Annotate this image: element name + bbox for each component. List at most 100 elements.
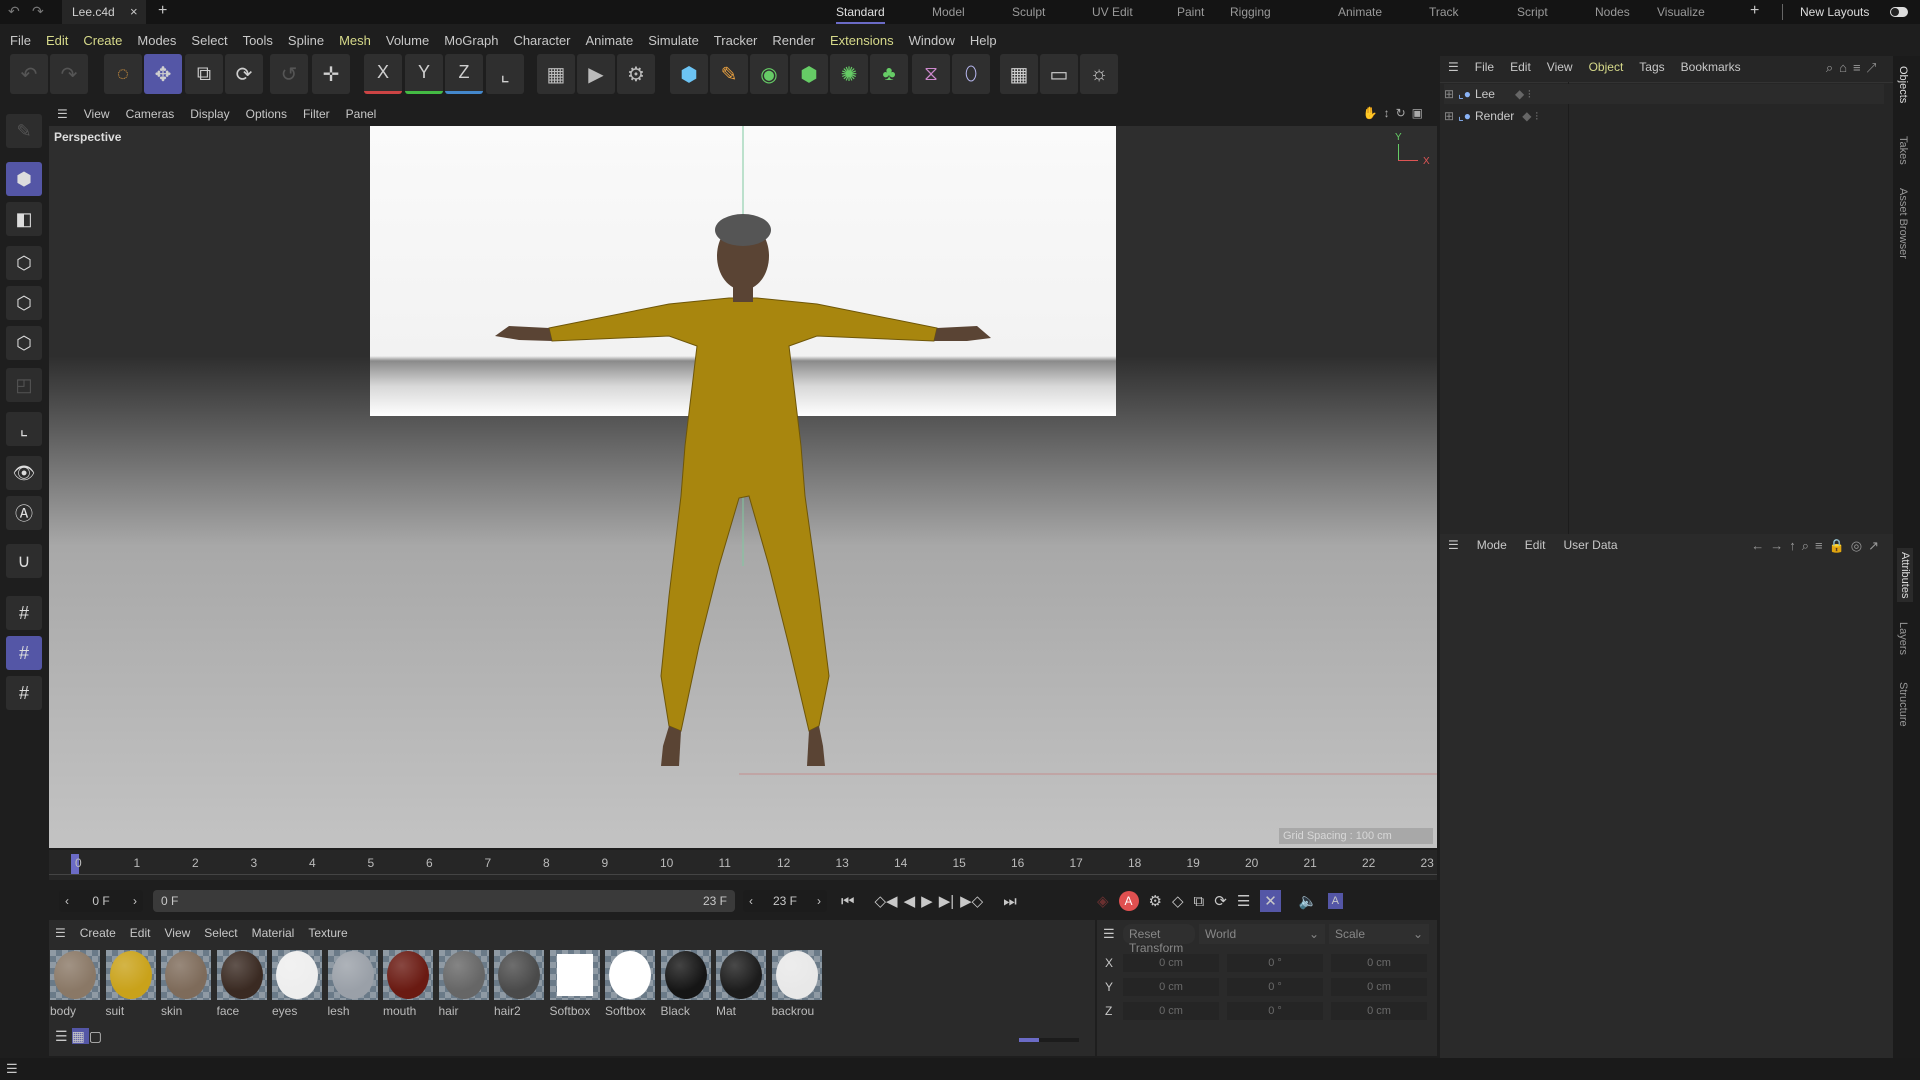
side-tab-objects[interactable]: Objects	[1897, 66, 1909, 103]
layout-tab-model[interactable]: Model	[932, 5, 965, 19]
layout-tab-standard[interactable]: Standard	[836, 5, 885, 24]
render-picture-viewer-icon[interactable]: ▶	[577, 54, 615, 94]
polygons-mode-icon[interactable]: ⬡	[6, 326, 42, 360]
pos-field[interactable]: 0 cm	[1123, 1002, 1219, 1020]
menu-tools[interactable]: Tools	[243, 33, 273, 48]
material-menu-select[interactable]: Select	[204, 926, 237, 940]
sound-icon[interactable]: 🔈	[1299, 892, 1318, 910]
key-scale-icon[interactable]: ⧉	[1194, 893, 1205, 910]
viewport-menu-options[interactable]: Options	[246, 107, 287, 121]
lock-workplane-icon[interactable]: #	[6, 636, 42, 670]
render-settings-icon[interactable]: ⚙	[617, 54, 655, 94]
redo-icon[interactable]: ↷	[32, 3, 44, 20]
hamburger-icon[interactable]: ☰	[57, 107, 68, 121]
auto-keying-icon[interactable]: Ⓐ	[6, 496, 42, 530]
layer-dots-icon[interactable]: ◆ ⁝	[1522, 109, 1538, 123]
axis-mode-icon[interactable]: ⌞	[6, 412, 42, 446]
next-frame-icon[interactable]: ▶|	[939, 892, 954, 910]
current-frame-field[interactable]: ‹ 0 F ›	[59, 890, 143, 912]
layout-tab-visualize[interactable]: Visualize	[1657, 5, 1705, 19]
new-layouts-toggle[interactable]	[1890, 7, 1908, 17]
material-swatch[interactable]: eyes	[272, 950, 322, 1018]
material-swatch[interactable]: hair2	[494, 950, 544, 1018]
menu-mesh[interactable]: Mesh	[339, 33, 371, 48]
material-swatch[interactable]: face	[216, 950, 267, 1018]
key-rotation-icon[interactable]: ⟳	[1214, 892, 1227, 910]
material-menu-texture[interactable]: Texture	[308, 926, 347, 940]
attribute-menu-user-data[interactable]: User Data	[1563, 538, 1617, 552]
menu-render[interactable]: Render	[772, 33, 815, 48]
deformer-icon[interactable]: ⧖	[912, 54, 950, 94]
rot-field[interactable]: 0 °	[1227, 954, 1323, 972]
scale-field[interactable]: 0 cm	[1331, 1002, 1427, 1020]
menu-select[interactable]: Select	[191, 33, 227, 48]
character-model[interactable]	[49, 126, 1437, 848]
mesh-mode-icon[interactable]: ◧	[6, 202, 42, 236]
material-swatch[interactable]: Softbox	[605, 950, 655, 1018]
scale-field[interactable]: 0 cm	[1331, 954, 1427, 972]
undo-icon[interactable]: ↶	[8, 3, 20, 20]
pen-spline-icon[interactable]: ✎	[710, 54, 748, 94]
scale-tool-button[interactable]: ⧉	[185, 54, 223, 94]
auto-key-icon[interactable]: A	[1118, 891, 1139, 911]
material-swatch[interactable]: body	[50, 950, 100, 1018]
light-icon[interactable]: ☼	[1080, 54, 1118, 94]
rot-field[interactable]: 0 °	[1227, 1002, 1323, 1020]
pos-field[interactable]: 0 cm	[1123, 978, 1219, 996]
recent-tool-button[interactable]: ↺	[270, 54, 308, 94]
hamburger-icon[interactable]: ☰	[1448, 60, 1459, 74]
viewport-menu-filter[interactable]: Filter	[303, 107, 330, 121]
end-frame-field[interactable]: ‹ 23 F ›	[743, 890, 827, 912]
hamburger-icon[interactable]: ☰	[1103, 926, 1115, 942]
menu-simulate[interactable]: Simulate	[648, 33, 699, 48]
material-swatch[interactable]: hair	[438, 950, 489, 1018]
y-axis-button[interactable]: Y	[405, 54, 443, 94]
frame-range-slider[interactable]: 0 F 23 F	[153, 890, 735, 912]
material-swatch[interactable]: Mat	[716, 950, 766, 1018]
close-icon[interactable]: ×	[130, 4, 138, 19]
timeline-ruler[interactable]: 0 1 2 3 4 5 6 7 8 9 10 11 12 13 14 15 16 17 18 19 20 21 22 23	[49, 850, 1437, 880]
layout-tab-nodes[interactable]: Nodes	[1595, 5, 1630, 19]
viewport-menu-panel[interactable]: Panel	[346, 107, 377, 121]
menu-file[interactable]: File	[10, 33, 31, 48]
add-layout-button[interactable]: +	[1750, 2, 1759, 20]
object-menu-file[interactable]: File	[1475, 60, 1494, 74]
prev-key-icon[interactable]: ◇◀	[875, 892, 898, 910]
menu-help[interactable]: Help	[970, 33, 997, 48]
side-tab-takes[interactable]: Takes	[1897, 136, 1909, 165]
viewport-menu-display[interactable]: Display	[190, 107, 229, 121]
layout-tab-rigging[interactable]: Rigging	[1230, 5, 1271, 19]
menu-modes[interactable]: Modes	[137, 33, 176, 48]
hamburger-icon[interactable]: ☰	[6, 1061, 18, 1077]
layout-tab-animate[interactable]: Animate	[1338, 5, 1382, 19]
model-mode-icon[interactable]: ⬢	[6, 162, 42, 196]
go-to-start-icon[interactable]: ⏮	[841, 893, 855, 910]
timeline-mode-icon[interactable]: A	[1327, 893, 1343, 909]
key-pla-icon[interactable]: ✕	[1260, 890, 1281, 912]
material-swatch[interactable]: suit	[105, 950, 156, 1018]
solo-icon[interactable]: 👁	[6, 456, 42, 490]
side-tab-asset-browser[interactable]: Asset Browser	[1897, 188, 1909, 259]
side-tab-attributes[interactable]: Attributes	[1897, 548, 1913, 603]
next-key-icon[interactable]: ▶◇	[960, 892, 983, 910]
play-icon[interactable]: ▶	[921, 892, 933, 910]
field-icon[interactable]: ⬯	[952, 54, 990, 94]
rotate-tool-button[interactable]: ⟳	[225, 54, 263, 94]
object-menu-bookmarks[interactable]: Bookmarks	[1681, 60, 1741, 74]
material-menu-create[interactable]: Create	[80, 926, 116, 940]
space-dropdown[interactable]: World ⌄	[1199, 924, 1325, 944]
hamburger-icon[interactable]: ☰	[1448, 538, 1459, 552]
key-param-icon[interactable]: ☰	[1237, 892, 1250, 910]
edit-mode-icon[interactable]: ✎	[6, 114, 42, 148]
new-tab-button[interactable]: +	[158, 2, 167, 20]
attribute-menu-mode[interactable]: Mode	[1477, 538, 1507, 552]
z-axis-button[interactable]: Z	[445, 54, 483, 94]
align-workplane-icon[interactable]: #	[6, 676, 42, 710]
material-swatch[interactable]: skin	[161, 950, 211, 1018]
coordinate-system-icon[interactable]: ⌞	[486, 54, 524, 94]
mograph-icon[interactable]: ♣	[870, 54, 908, 94]
menu-mograph[interactable]: MoGraph	[444, 33, 498, 48]
camera-icon[interactable]: ▭	[1040, 54, 1078, 94]
edges-mode-icon[interactable]: ⬡	[6, 286, 42, 320]
menu-extensions[interactable]: Extensions	[830, 33, 894, 48]
